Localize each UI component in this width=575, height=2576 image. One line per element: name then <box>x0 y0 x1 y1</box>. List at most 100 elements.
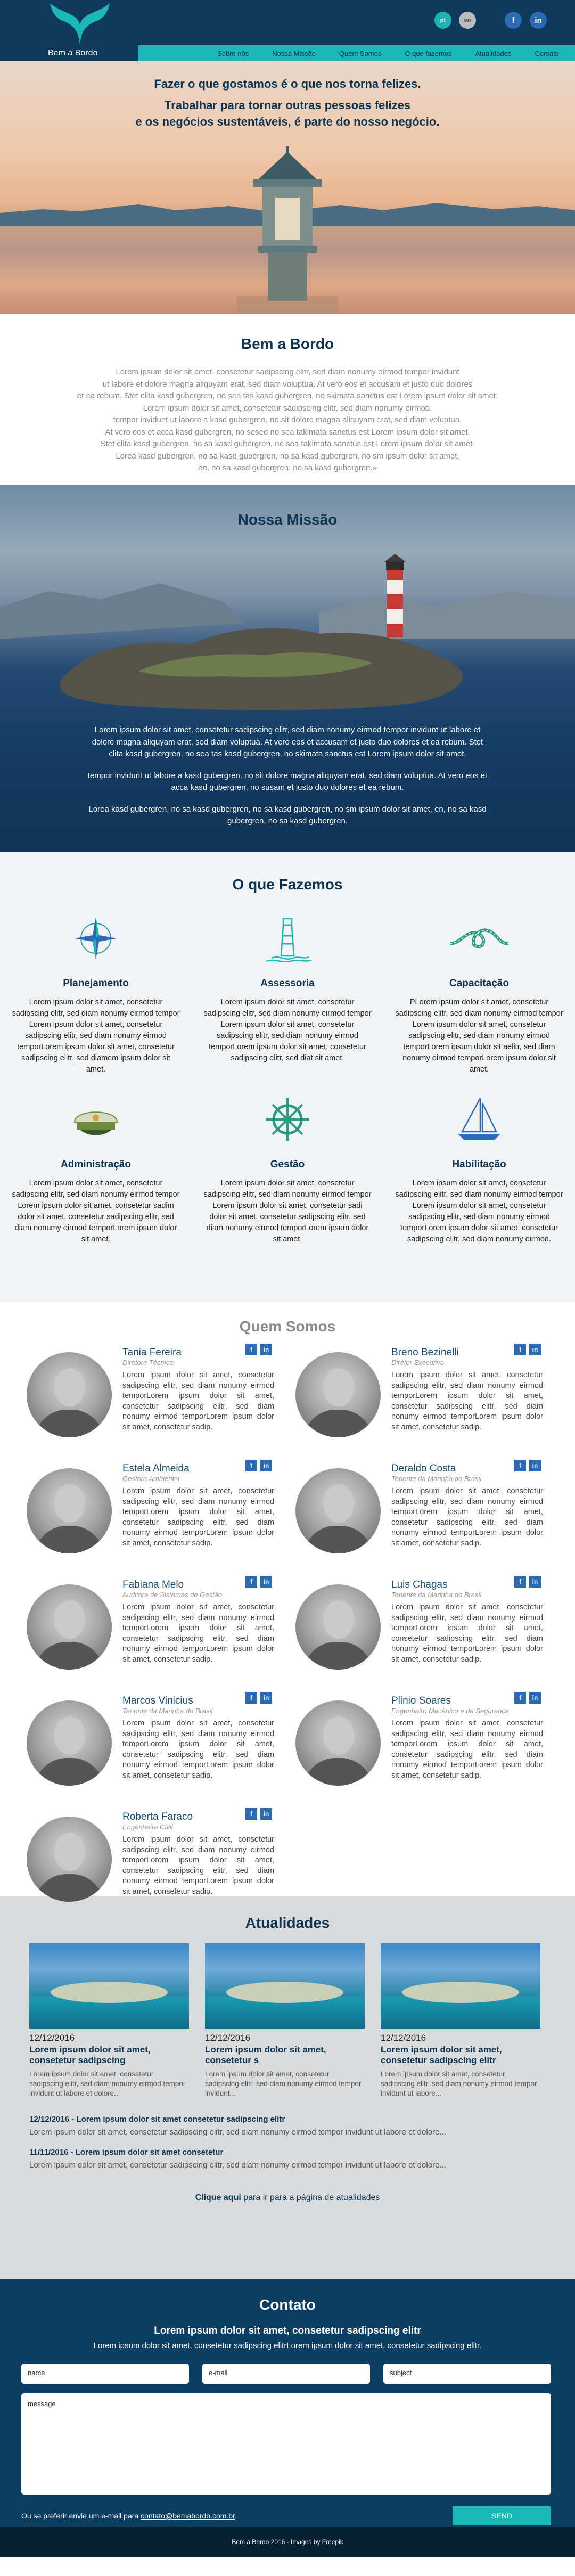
news-card[interactable]: 12/12/2016 Lorem ipsum dolor sit amet, c… <box>205 1943 365 2098</box>
linkedin-button[interactable]: in <box>530 12 547 29</box>
member-bio: Lorem ipsum dolor sit amet, consetetur s… <box>122 1719 274 1780</box>
news-card-text: Lorem ipsum dolor sit amet, consetetur s… <box>381 2070 537 2098</box>
news-card-text: Lorem ipsum dolor sit amet, consetetur s… <box>205 2070 362 2098</box>
team-member: Plinio Soares Engenheiro Mecânico e de S… <box>295 1692 543 1791</box>
email-field[interactable]: e-mail <box>202 2364 370 2384</box>
news-list-text: Lorem ipsum dolor sit amet, consetetur s… <box>29 2128 446 2137</box>
member-bio: Lorem ipsum dolor sit amet, consetetur s… <box>391 1719 543 1780</box>
contact-fields-row: name e-mail subject <box>21 2364 575 2384</box>
member-role: Gestora Ambiental <box>122 1475 180 1483</box>
member-role: Engenheiro Mecânico e de Segurança <box>391 1707 510 1715</box>
message-textarea[interactable]: message <box>21 2393 551 2495</box>
news-card-title[interactable]: Lorem ipsum dolor sit amet, consetetur s <box>205 2045 365 2066</box>
facebook-icon[interactable]: f <box>245 1808 257 1820</box>
news-card[interactable]: 12/12/2016 Lorem ipsum dolor sit amet, c… <box>381 1943 540 2098</box>
service-card[interactable]: Capacitação PLorem ipsum dolor sit amet,… <box>383 914 575 1095</box>
news-list-item[interactable]: 11/11/2016 - Lorem ipsum dolor sit amet … <box>29 2146 546 2172</box>
news-grid: 12/12/2016 Lorem ipsum dolor sit amet, c… <box>29 1943 575 2098</box>
facebook-icon[interactable]: f <box>514 1460 526 1471</box>
facebook-button[interactable]: f <box>505 12 522 29</box>
facebook-icon[interactable]: f <box>245 1576 257 1588</box>
news-cta-text: para ir para a página de atualidades <box>241 2193 380 2203</box>
team-member: Estela Almeida Gestora Ambiental Lorem i… <box>27 1460 274 1559</box>
service-card[interactable]: Planejamento Lorem ipsum dolor sit amet,… <box>0 914 192 1095</box>
news-list-title[interactable]: 11/11/2016 - Lorem ipsum dolor sit amet … <box>29 2146 546 2159</box>
whale-tail-logo-icon[interactable] <box>48 0 112 45</box>
member-social: f in <box>511 1692 541 1704</box>
nav-item-nossa-missao[interactable]: Nossa Missão <box>272 50 316 58</box>
avatar <box>27 1700 112 1786</box>
news-list-title[interactable]: 12/12/2016 - Lorem ipsum dolor sit amet … <box>29 2113 546 2126</box>
service-card[interactable]: Assessoria Lorem ipsum dolor sit amet, c… <box>192 914 383 1095</box>
facebook-icon[interactable]: f <box>245 1344 257 1355</box>
service-card[interactable]: Administração Lorem ipsum dolor sit amet… <box>0 1095 192 1277</box>
linkedin-icon[interactable]: in <box>260 1344 272 1355</box>
team-member: Deraldo Costa Tenente da Marinha do Bras… <box>295 1460 543 1559</box>
hero-subheadline-line1: Trabalhar para tornar outras pessoas fel… <box>164 99 411 112</box>
service-title: Habilitação <box>452 1159 506 1170</box>
linkedin-icon[interactable]: in <box>529 1460 541 1471</box>
avatar <box>27 1352 112 1437</box>
news-card-title[interactable]: Lorem ipsum dolor sit amet, consetetur s… <box>381 2045 540 2066</box>
linkedin-icon[interactable]: in <box>529 1576 541 1588</box>
news-thumbnail[interactable] <box>205 1943 365 2029</box>
linkedin-icon[interactable]: in <box>260 1460 272 1471</box>
about-line: et ea rebum. Stet clita kasd gubergren, … <box>77 391 498 400</box>
nav-item-contato[interactable]: Contato <box>535 50 559 58</box>
brand-name[interactable]: Bem a Bordo <box>0 45 138 61</box>
services-title: O que Fazemos <box>232 876 343 893</box>
facebook-icon[interactable]: f <box>514 1344 526 1355</box>
avatar <box>27 1584 112 1670</box>
team-member: Breno Bezinelli Diretor Executivo Lorem … <box>295 1344 543 1443</box>
team-member: Roberta Faraco Engenheira Civil Lorem ip… <box>27 1808 274 1907</box>
news-card[interactable]: 12/12/2016 Lorem ipsum dolor sit amet, c… <box>29 1943 189 2098</box>
service-text: Lorem ipsum dolor sit amet, consetetur s… <box>203 1179 372 1244</box>
facebook-icon[interactable]: f <box>245 1692 257 1704</box>
service-card[interactable]: Habilitação Lorem ipsum dolor sit amet, … <box>383 1095 575 1277</box>
news-thumbnail[interactable] <box>381 1943 540 2029</box>
news-date: 12/12/2016 <box>205 2033 251 2043</box>
member-role: Tenente da Marinha do Brasil <box>391 1591 482 1599</box>
member-social: f in <box>511 1344 541 1355</box>
news-thumbnail[interactable] <box>29 1943 189 2029</box>
mission-section: Nossa Missão Lorem ipsum dolor sit amet,… <box>0 485 575 852</box>
contact-email-link[interactable]: contato@bemabordo.com.br <box>141 2512 235 2520</box>
linkedin-icon[interactable]: in <box>529 1344 541 1355</box>
news-cta-link[interactable]: Clique aqui <box>195 2193 241 2202</box>
send-button[interactable]: SEND <box>453 2506 551 2525</box>
pavilion-image <box>237 146 338 314</box>
nav-item-atualidades[interactable]: Atualidades <box>475 50 512 58</box>
nav-item-sobre-nos[interactable]: Sobre nós <box>217 50 249 58</box>
about-line: Lorea kasd gubergren, no sa kasd gubergr… <box>116 451 459 461</box>
name-field[interactable]: name <box>21 2364 189 2384</box>
about-line: Lorem ipsum dolor sit amet, consetetur s… <box>143 403 432 413</box>
subject-field[interactable]: subject <box>383 2364 551 2384</box>
mission-paragraph: Lorem ipsum dolor sit amet, consetetur s… <box>92 725 483 758</box>
news-card-title[interactable]: Lorem ipsum dolor sit amet, consetetur s… <box>29 2045 189 2066</box>
linkedin-icon[interactable]: in <box>260 1692 272 1704</box>
member-social: f in <box>242 1692 272 1704</box>
nav-item-quem-somos[interactable]: Quem Somos <box>339 50 381 58</box>
team-title: Quem Somos <box>239 1318 336 1335</box>
nav-menu: Sobre nós Nossa Missão Quem Somos O que … <box>194 45 559 61</box>
member-bio: Lorem ipsum dolor sit amet, consetetur s… <box>122 1603 274 1664</box>
language-en-button[interactable]: en <box>459 12 476 29</box>
language-pt-button[interactable]: pt <box>434 12 451 29</box>
member-bio: Lorem ipsum dolor sit amet, consetetur s… <box>122 1487 274 1548</box>
services-grid: Planejamento Lorem ipsum dolor sit amet,… <box>0 914 575 1277</box>
facebook-icon[interactable]: f <box>514 1576 526 1588</box>
news-list-item[interactable]: 12/12/2016 - Lorem ipsum dolor sit amet … <box>29 2113 546 2139</box>
linkedin-icon[interactable]: in <box>260 1576 272 1588</box>
avatar <box>27 1468 112 1553</box>
facebook-icon[interactable]: f <box>245 1460 257 1471</box>
facebook-icon[interactable]: f <box>514 1692 526 1704</box>
service-card[interactable]: Gestão Lorem ipsum dolor sit amet, conse… <box>192 1095 383 1277</box>
member-social: f in <box>242 1460 272 1471</box>
nav-item-o-que-fazemos[interactable]: O que fazemos <box>405 50 451 58</box>
member-name: Plinio Soares <box>391 1695 451 1706</box>
linkedin-icon[interactable]: in <box>260 1808 272 1820</box>
member-social: f in <box>242 1344 272 1355</box>
news-date: 12/12/2016 <box>29 2033 75 2043</box>
linkedin-icon[interactable]: in <box>529 1692 541 1704</box>
contact-email-suffix: . <box>234 2512 237 2520</box>
